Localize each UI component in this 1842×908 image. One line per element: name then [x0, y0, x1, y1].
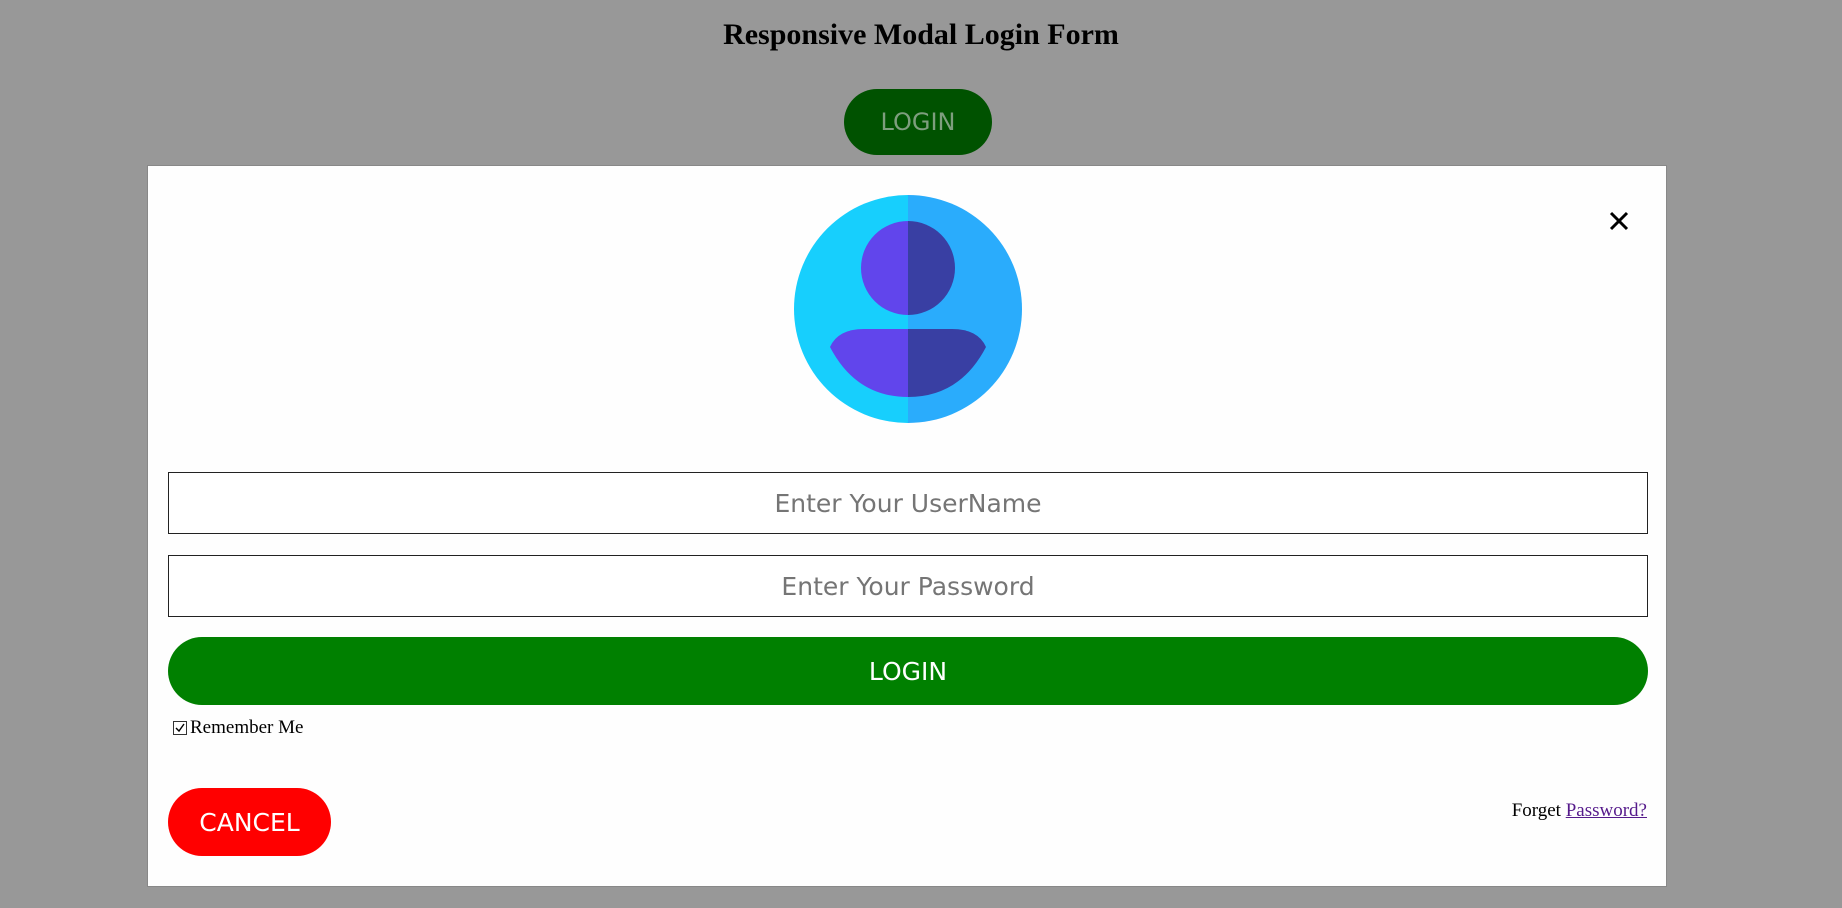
- forget-password: Forget Password?: [1512, 800, 1647, 822]
- forget-password-link[interactable]: Password?: [1566, 800, 1647, 821]
- login-submit-button[interactable]: LOGIN: [168, 637, 1648, 705]
- login-modal: LOGIN Remember Me CANCEL Forget Password…: [147, 165, 1667, 887]
- remember-me[interactable]: Remember Me: [173, 717, 303, 739]
- open-login-button[interactable]: LOGIN: [844, 89, 992, 155]
- checkmark-icon: [175, 723, 185, 733]
- user-avatar-icon: [794, 195, 1022, 423]
- username-input[interactable]: [168, 472, 1648, 534]
- close-icon[interactable]: [1604, 206, 1634, 236]
- page-title: Responsive Modal Login Form: [723, 18, 1119, 51]
- cancel-button[interactable]: CANCEL: [168, 788, 331, 856]
- password-input[interactable]: [168, 555, 1648, 617]
- forget-prefix: Forget: [1511, 800, 1561, 821]
- remember-me-label: Remember Me: [190, 717, 304, 738]
- remember-me-checkbox[interactable]: [173, 721, 187, 735]
